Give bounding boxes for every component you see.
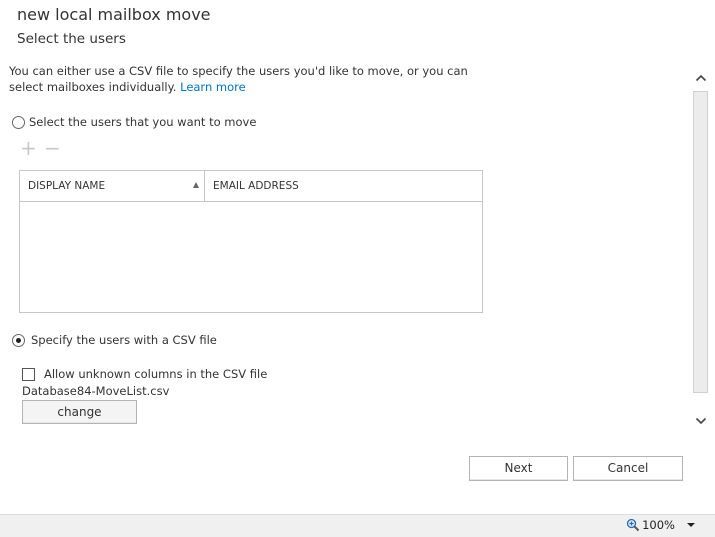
zoom-control[interactable]: 100% xyxy=(626,518,695,532)
sort-ascending-icon xyxy=(193,182,199,188)
csv-radio[interactable] xyxy=(12,333,25,347)
next-button[interactable]: Next xyxy=(469,456,568,481)
column-header-email-address[interactable]: EMAIL ADDRESS xyxy=(205,171,482,201)
users-grid[interactable]: DISPLAY NAME EMAIL ADDRESS xyxy=(19,170,483,313)
scroll-thumb[interactable] xyxy=(694,92,707,392)
allow-unknown-columns-option[interactable]: Allow unknown columns in the CSV file xyxy=(22,367,267,381)
grid-toolbar: + − xyxy=(20,138,61,158)
intro-text: You can either use a CSV file to specify… xyxy=(9,63,479,95)
learn-more-link[interactable]: Learn more xyxy=(180,80,246,94)
allow-unknown-columns-checkbox[interactable] xyxy=(22,367,35,381)
page-title: new local mailbox move xyxy=(17,5,211,24)
column-header-label: EMAIL ADDRESS xyxy=(213,180,299,192)
allow-unknown-columns-label: Allow unknown columns in the CSV file xyxy=(44,367,268,381)
minus-icon[interactable]: − xyxy=(44,138,61,158)
page-subtitle: Select the users xyxy=(17,31,126,47)
wizard-page: new local mailbox move Select the users … xyxy=(0,0,715,537)
chevron-up-icon[interactable] xyxy=(695,72,707,84)
grid-header: DISPLAY NAME EMAIL ADDRESS xyxy=(20,171,482,202)
vertical-scrollbar[interactable] xyxy=(692,70,710,432)
cancel-button[interactable]: Cancel xyxy=(573,456,683,481)
select-users-option[interactable]: Select the users that you want to move xyxy=(12,115,256,129)
change-button[interactable]: change xyxy=(22,400,137,424)
chevron-down-icon[interactable] xyxy=(687,523,695,527)
column-header-label: DISPLAY NAME xyxy=(28,180,106,192)
zoom-level: 100% xyxy=(642,518,675,532)
csv-option-label: Specify the users with a CSV file xyxy=(31,333,217,347)
plus-icon[interactable]: + xyxy=(20,138,37,158)
csv-filename: Database84-MoveList.csv xyxy=(22,384,170,398)
chevron-down-icon[interactable] xyxy=(695,415,707,427)
column-header-display-name[interactable]: DISPLAY NAME xyxy=(20,171,205,201)
magnifier-plus-icon xyxy=(626,518,640,532)
status-bar: 100% xyxy=(0,514,715,537)
select-users-label: Select the users that you want to move xyxy=(29,115,257,129)
scroll-track[interactable] xyxy=(693,91,708,393)
csv-option[interactable]: Specify the users with a CSV file xyxy=(12,333,217,347)
select-users-radio[interactable] xyxy=(12,115,25,129)
